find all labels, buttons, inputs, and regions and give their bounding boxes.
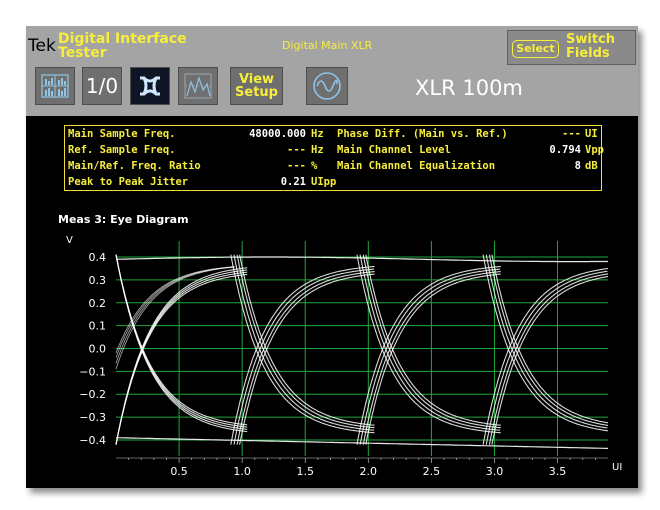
x-tick-label: 0.5: [170, 465, 188, 478]
falling-edge-trace: [356, 254, 501, 434]
view-setup-line2: Setup: [235, 85, 278, 100]
select-key-icon: Select: [512, 40, 559, 58]
rising-edge-trace: [236, 271, 375, 445]
switch-fields-button[interactable]: Select Switch Fields: [507, 30, 636, 65]
rising-edge-trace: [356, 265, 501, 445]
x-tick-label: 1.0: [233, 465, 251, 478]
bar-graph-button[interactable]: [35, 67, 75, 105]
measurement-area: Main Sample Freq. 48000.000 Hz Phase Dif…: [26, 116, 638, 488]
app-name: Digital Interface Tester: [58, 32, 218, 60]
histogram-icon: [184, 73, 212, 99]
x-tick-label: 3.0: [486, 465, 504, 478]
rising-edge-trace: [233, 268, 375, 445]
lower-rail-trace: [116, 437, 608, 449]
rising-edge-trace: [115, 273, 248, 445]
switch-label-line1: Switch: [566, 32, 616, 47]
y-tick-label: −0.3: [79, 411, 106, 424]
y-tick-label: −0.2: [79, 388, 106, 401]
mode-label: Digital Main XLR: [282, 39, 373, 52]
y-axis-label: V: [66, 235, 73, 246]
y-tick-label: 0.4: [89, 251, 107, 264]
falling-edge-trace: [115, 254, 248, 428]
rising-edge-trace: [115, 271, 248, 445]
view-setup-button[interactable]: View Setup: [230, 67, 283, 105]
falling-edge-trace: [230, 254, 375, 434]
histogram-button[interactable]: [178, 67, 218, 105]
bar-graph-icon: [41, 74, 69, 98]
rising-edge-trace: [362, 271, 501, 445]
app-name-line1: Digital Interface: [58, 31, 187, 47]
x-axis-label: UI: [612, 462, 622, 473]
eye-diagram-icon: [140, 76, 160, 96]
eye-diagram-button[interactable]: [130, 67, 170, 105]
upper-rail-trace: [116, 256, 609, 263]
waveform-button[interactable]: [306, 67, 348, 105]
x-tick-label: 3.5: [549, 465, 567, 478]
one-zero-button[interactable]: 1/0: [82, 67, 122, 105]
falling-edge-trace: [233, 254, 375, 431]
falling-edge-trace: [362, 254, 501, 429]
rising-edge-trace: [359, 268, 501, 445]
y-tick-label: −0.4: [79, 434, 106, 447]
rising-edge-trace: [230, 265, 375, 445]
y-tick-label: 0.2: [89, 297, 107, 310]
rising-edge-trace: [115, 266, 235, 358]
x-tick-label: 2.0: [360, 465, 378, 478]
measurement-title: XLR 100m: [415, 76, 523, 100]
eye-diagram-chart: 0.5 1.0 1.5 2.0 2.5 3.0 3.5 0.4 0.3 0.2 0.1 0.0 −0.1…: [66, 235, 622, 478]
switch-label-line2: Fields: [566, 46, 610, 61]
y-tick-label: −0.1: [79, 365, 106, 378]
x-tick-label: 1.5: [296, 465, 314, 478]
waveform-icon: [313, 72, 341, 100]
app-name-line2: Tester: [58, 45, 107, 61]
y-tick-label: 0.0: [89, 343, 107, 356]
switch-fields-label: Switch Fields: [566, 33, 634, 61]
y-tick-label: 0.3: [89, 274, 107, 287]
top-bar: Tek Digital Interface Tester Digital Mai…: [26, 26, 638, 116]
rising-edge-trace: [115, 266, 235, 370]
brand-logo: Tek: [28, 36, 56, 56]
falling-edge-trace: [359, 254, 501, 431]
y-tick-label: 0.1: [89, 320, 107, 333]
x-tick-label: 2.5: [423, 465, 441, 478]
falling-edge-trace: [236, 254, 375, 429]
instrument-screen: Tek Digital Interface Tester Digital Mai…: [26, 26, 638, 488]
